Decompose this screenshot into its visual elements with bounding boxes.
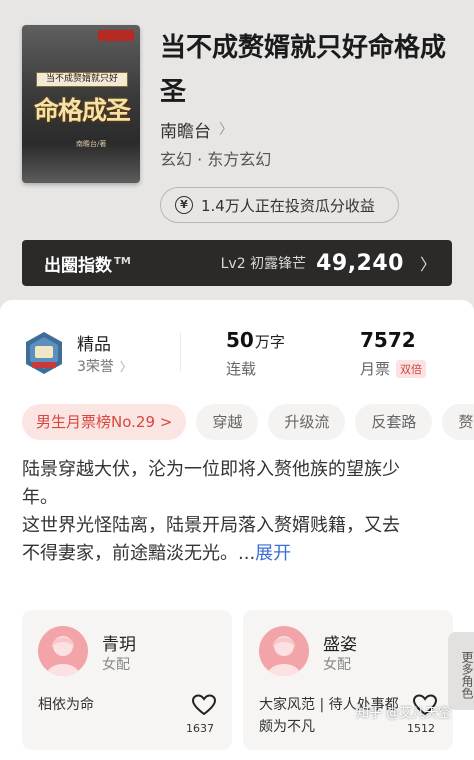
author-name: 南瞻台 xyxy=(160,121,211,142)
double-badge: 双倍 xyxy=(396,359,427,378)
watermark: 知乎 @艾儿天空 xyxy=(356,706,452,721)
word-count: 50万字 xyxy=(226,328,285,352)
book-title: 当不成赘婿就只好命格成圣 xyxy=(160,33,447,107)
avatar xyxy=(38,626,88,676)
monthly-tickets[interactable]: 7572 xyxy=(360,328,416,352)
role-type: 女配 xyxy=(102,657,130,673)
more-roles-button[interactable]: 更多角色 xyxy=(448,632,474,710)
divider xyxy=(180,332,181,372)
role-type: 女配 xyxy=(323,657,351,673)
cover-title: 命格成圣 xyxy=(33,96,131,125)
popularity-index-bar[interactable]: 出圈指数 TM Lv2 初露锋芒 49,240 〉 xyxy=(22,240,452,286)
word-count-unit: 万字 xyxy=(254,333,285,351)
book-header: 当不成赘婿就只好 命格成圣 南瞻台/著 当不成赘婿就只好命格成圣 南瞻台 〉 玄… xyxy=(0,0,474,320)
role-card[interactable]: 盛姿 女配 大家风范 | 待人处事都颇为不凡 1512 xyxy=(243,610,453,750)
chevron-right-icon: 〉 xyxy=(419,255,436,274)
like-count: 1637 xyxy=(186,722,214,735)
index-label: 出圈指数 TM xyxy=(44,255,131,276)
monthly-tickets-label: 月票 双倍 xyxy=(360,358,427,379)
tag-item[interactable]: 反套路 xyxy=(355,404,433,440)
role-card[interactable]: 青玥 女配 相依为命 1637 xyxy=(22,610,232,750)
genre-label: 玄幻 · 东方玄幻 xyxy=(160,150,272,169)
avatar-silhouette-icon xyxy=(46,636,80,676)
cover-mist xyxy=(22,143,140,183)
heart-icon[interactable] xyxy=(192,694,216,716)
author-link[interactable]: 南瞻台 〉 xyxy=(160,117,233,142)
tag-rank[interactable]: 男生月票榜No.29 > xyxy=(22,404,187,440)
like-count: 1512 xyxy=(407,722,435,735)
monthly-tickets-number: 7572 xyxy=(360,328,416,352)
tag-list: 男生月票榜No.29 > 穿越 升级流 反套路赘 xyxy=(22,404,474,442)
invest-button[interactable]: ¥ 1.4万人正在投资瓜分收益 xyxy=(160,187,399,223)
synopsis-line: 陆景穿越大伏，沦为一位即将入赘他族的望族少 xyxy=(22,459,400,480)
avatar-silhouette-icon xyxy=(267,636,301,676)
synopsis[interactable]: 陆景穿越大伏，沦为一位即将入赘他族的望族少 年。 这世界光怪陆离，陆景开局落入赘… xyxy=(22,456,454,568)
role-name: 青玥 xyxy=(102,635,136,655)
chevron-right-icon: 〉 xyxy=(219,122,233,138)
expand-link[interactable]: 展开 xyxy=(255,543,291,564)
quality-label: 精品 xyxy=(77,335,111,355)
index-level: Lv2 初露锋芒 xyxy=(220,256,307,272)
synopsis-line: 年。 xyxy=(22,487,58,508)
publisher-stamp xyxy=(98,30,134,41)
tag-item[interactable]: 穿越 xyxy=(196,404,259,440)
synopsis-last-line: 不得妻家，前途黯淡无光。...展开 xyxy=(22,543,292,564)
tag-item[interactable]: 升级流 xyxy=(268,404,346,440)
index-value: 49,240 xyxy=(316,250,404,276)
yen-coin-icon: ¥ xyxy=(175,196,193,214)
honors-link[interactable]: 3荣誉〉 xyxy=(77,356,132,376)
tag-item[interactable]: 赘 xyxy=(442,404,474,440)
word-count-number: 50 xyxy=(226,328,254,352)
chevron-right-icon: 〉 xyxy=(119,360,132,374)
trademark-mark: TM xyxy=(114,255,131,267)
role-desc: 相依为命 xyxy=(38,697,94,713)
book-cover[interactable]: 当不成赘婿就只好 命格成圣 南瞻台/著 xyxy=(22,25,140,183)
role-name: 盛姿 xyxy=(323,635,357,655)
honors-count: 3荣誉 xyxy=(77,359,114,375)
avatar xyxy=(259,626,309,676)
detail-card: 精品 3荣誉〉 50万字 连载 7572 月票 双倍 男生月票榜No.29 > 穿… xyxy=(0,300,474,760)
invest-text: 1.4万人正在投资瓜分收益 xyxy=(201,196,375,215)
cover-subtitle: 当不成赘婿就只好 xyxy=(36,72,128,87)
serial-status: 连载 xyxy=(226,360,257,378)
synopsis-line: 这世界光怪陆离，陆景开局落入赘婿贱籍，又去 xyxy=(22,515,400,536)
quality-badge-icon[interactable] xyxy=(24,331,64,375)
